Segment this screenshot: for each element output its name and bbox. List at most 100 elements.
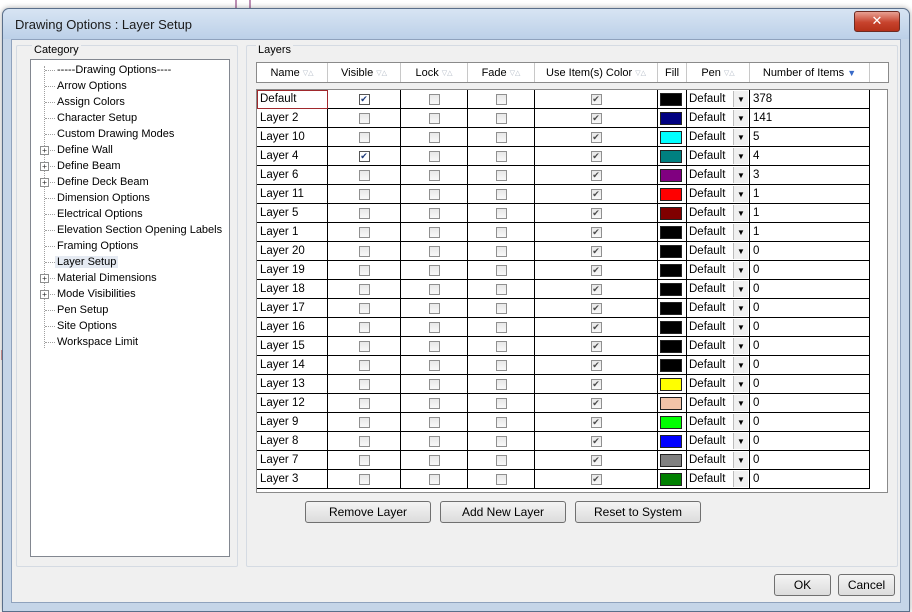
layer-use-color-checkbox[interactable]: ✔ — [590, 416, 602, 428]
layer-lock-checkbox[interactable] — [428, 321, 440, 333]
layer-name-cell[interactable]: Default — [257, 90, 328, 109]
category-item[interactable]: Mode Visibilities — [55, 286, 138, 302]
layer-use-color-checkbox[interactable]: ✔ — [590, 264, 602, 276]
category-item[interactable]: Layer Setup — [55, 254, 119, 270]
layer-lock-checkbox[interactable] — [428, 340, 440, 352]
layer-row[interactable]: Layer 15 ✔ Default ▼ 0 — [257, 337, 870, 356]
layer-fade-checkbox[interactable] — [495, 378, 507, 390]
layer-use-color-checkbox[interactable]: ✔ — [590, 359, 602, 371]
chevron-down-icon[interactable]: ▼ — [733, 224, 748, 240]
chevron-down-icon[interactable]: ▼ — [733, 167, 748, 183]
layer-row[interactable]: Layer 4 ✔ ✔ Default ▼ 4 — [257, 147, 870, 166]
layer-pen-dropdown[interactable]: Default ▼ — [687, 147, 750, 166]
chevron-down-icon[interactable]: ▼ — [733, 376, 748, 392]
layer-use-color-checkbox[interactable]: ✔ — [590, 340, 602, 352]
layer-use-color-checkbox[interactable]: ✔ — [590, 112, 602, 124]
layer-use-color-checkbox[interactable]: ✔ — [590, 321, 602, 333]
layer-visible-checkbox[interactable]: ✔ — [358, 150, 370, 162]
category-item[interactable]: -----Drawing Options---- — [55, 62, 173, 78]
layer-pen-dropdown[interactable]: Default ▼ — [687, 337, 750, 356]
chevron-down-icon[interactable]: ▼ — [733, 319, 748, 335]
chevron-down-icon[interactable]: ▼ — [733, 186, 748, 202]
layer-pen-dropdown[interactable]: Default ▼ — [687, 109, 750, 128]
column-header-lock[interactable]: Lock ▽△ — [401, 63, 468, 82]
expand-icon[interactable]: + — [40, 274, 49, 283]
column-header-pen[interactable]: Pen ▽△ — [687, 63, 750, 82]
layer-lock-checkbox[interactable] — [428, 207, 440, 219]
layer-visible-checkbox[interactable] — [358, 226, 370, 238]
layer-row[interactable]: Layer 17 ✔ Default ▼ 0 — [257, 299, 870, 318]
layer-visible-checkbox[interactable] — [358, 340, 370, 352]
category-item[interactable]: Character Setup — [55, 110, 139, 126]
layer-name-cell[interactable]: Layer 13 — [257, 375, 328, 394]
layer-lock-checkbox[interactable] — [428, 188, 440, 200]
layer-fade-checkbox[interactable] — [495, 321, 507, 333]
expand-icon[interactable]: + — [40, 146, 49, 155]
layer-pen-dropdown[interactable]: Default ▼ — [687, 242, 750, 261]
layer-pen-dropdown[interactable]: Default ▼ — [687, 318, 750, 337]
layer-visible-checkbox[interactable] — [358, 131, 370, 143]
add-new-layer-button[interactable]: Add New Layer — [440, 501, 566, 523]
layer-lock-checkbox[interactable] — [428, 226, 440, 238]
layer-pen-dropdown[interactable]: Default ▼ — [687, 280, 750, 299]
category-item[interactable]: Assign Colors — [55, 94, 127, 110]
layer-visible-checkbox[interactable] — [358, 416, 370, 428]
category-item[interactable]: Define Wall — [55, 142, 115, 158]
layer-use-color-checkbox[interactable]: ✔ — [590, 454, 602, 466]
layer-pen-dropdown[interactable]: Default ▼ — [687, 451, 750, 470]
layer-fade-checkbox[interactable] — [495, 93, 507, 105]
category-item[interactable]: Dimension Options — [55, 190, 152, 206]
layer-fade-checkbox[interactable] — [495, 359, 507, 371]
layer-lock-checkbox[interactable] — [428, 131, 440, 143]
layer-row[interactable]: Layer 18 ✔ Default ▼ 0 — [257, 280, 870, 299]
layer-name-cell[interactable]: Layer 1 — [257, 223, 328, 242]
fill-color-swatch[interactable] — [660, 396, 682, 410]
layer-use-color-checkbox[interactable]: ✔ — [590, 226, 602, 238]
layer-name-cell[interactable]: Layer 6 — [257, 166, 328, 185]
layer-row[interactable]: Layer 14 ✔ Default ▼ 0 — [257, 356, 870, 375]
layer-row[interactable]: Layer 1 ✔ Default ▼ 1 — [257, 223, 870, 242]
layer-row[interactable]: Default ✔ ✔ Default ▼ 378 — [257, 90, 870, 109]
close-button[interactable]: ✕ — [854, 11, 900, 32]
category-item[interactable]: Pen Setup — [55, 302, 110, 318]
layer-visible-checkbox[interactable] — [358, 359, 370, 371]
layer-use-color-checkbox[interactable]: ✔ — [590, 131, 602, 143]
chevron-down-icon[interactable]: ▼ — [733, 281, 748, 297]
layer-visible-checkbox[interactable] — [358, 454, 370, 466]
expand-icon[interactable]: + — [40, 162, 49, 171]
category-item[interactable]: Elevation Section Opening Labels — [55, 222, 224, 238]
category-item[interactable]: Custom Drawing Modes — [55, 126, 176, 142]
layer-visible-checkbox[interactable] — [358, 378, 370, 390]
category-item[interactable]: Define Beam — [55, 158, 123, 174]
fill-color-swatch[interactable] — [660, 320, 682, 334]
layer-name-cell[interactable]: Layer 19 — [257, 261, 328, 280]
chevron-down-icon[interactable]: ▼ — [733, 300, 748, 316]
layer-pen-dropdown[interactable]: Default ▼ — [687, 470, 750, 489]
layer-visible-checkbox[interactable] — [358, 112, 370, 124]
layer-pen-dropdown[interactable]: Default ▼ — [687, 223, 750, 242]
layer-fade-checkbox[interactable] — [495, 397, 507, 409]
layer-name-cell[interactable]: Layer 9 — [257, 413, 328, 432]
layer-row[interactable]: Layer 5 ✔ Default ▼ 1 — [257, 204, 870, 223]
layer-pen-dropdown[interactable]: Default ▼ — [687, 166, 750, 185]
layer-fade-checkbox[interactable] — [495, 150, 507, 162]
layer-row[interactable]: Layer 6 ✔ Default ▼ 3 — [257, 166, 870, 185]
layer-name-cell[interactable]: Layer 18 — [257, 280, 328, 299]
column-header-name[interactable]: Name ▽△ — [257, 63, 328, 82]
layer-name-cell[interactable]: Layer 8 — [257, 432, 328, 451]
layer-visible-checkbox[interactable]: ✔ — [358, 93, 370, 105]
expand-icon[interactable]: + — [40, 290, 49, 299]
layer-visible-checkbox[interactable] — [358, 169, 370, 181]
layer-row[interactable]: Layer 2 ✔ Default ▼ 141 — [257, 109, 870, 128]
layer-fade-checkbox[interactable] — [495, 302, 507, 314]
layer-name-cell[interactable]: Layer 2 — [257, 109, 328, 128]
layer-row[interactable]: Layer 7 ✔ Default ▼ 0 — [257, 451, 870, 470]
fill-color-swatch[interactable] — [660, 453, 682, 467]
layer-lock-checkbox[interactable] — [428, 359, 440, 371]
fill-color-swatch[interactable] — [660, 187, 682, 201]
layer-name-cell[interactable]: Layer 11 — [257, 185, 328, 204]
fill-color-swatch[interactable] — [660, 301, 682, 315]
layer-fade-checkbox[interactable] — [495, 169, 507, 181]
category-tree[interactable]: -----Drawing Options---- Arrow Options Ass… — [30, 59, 230, 557]
chevron-down-icon[interactable]: ▼ — [733, 262, 748, 278]
